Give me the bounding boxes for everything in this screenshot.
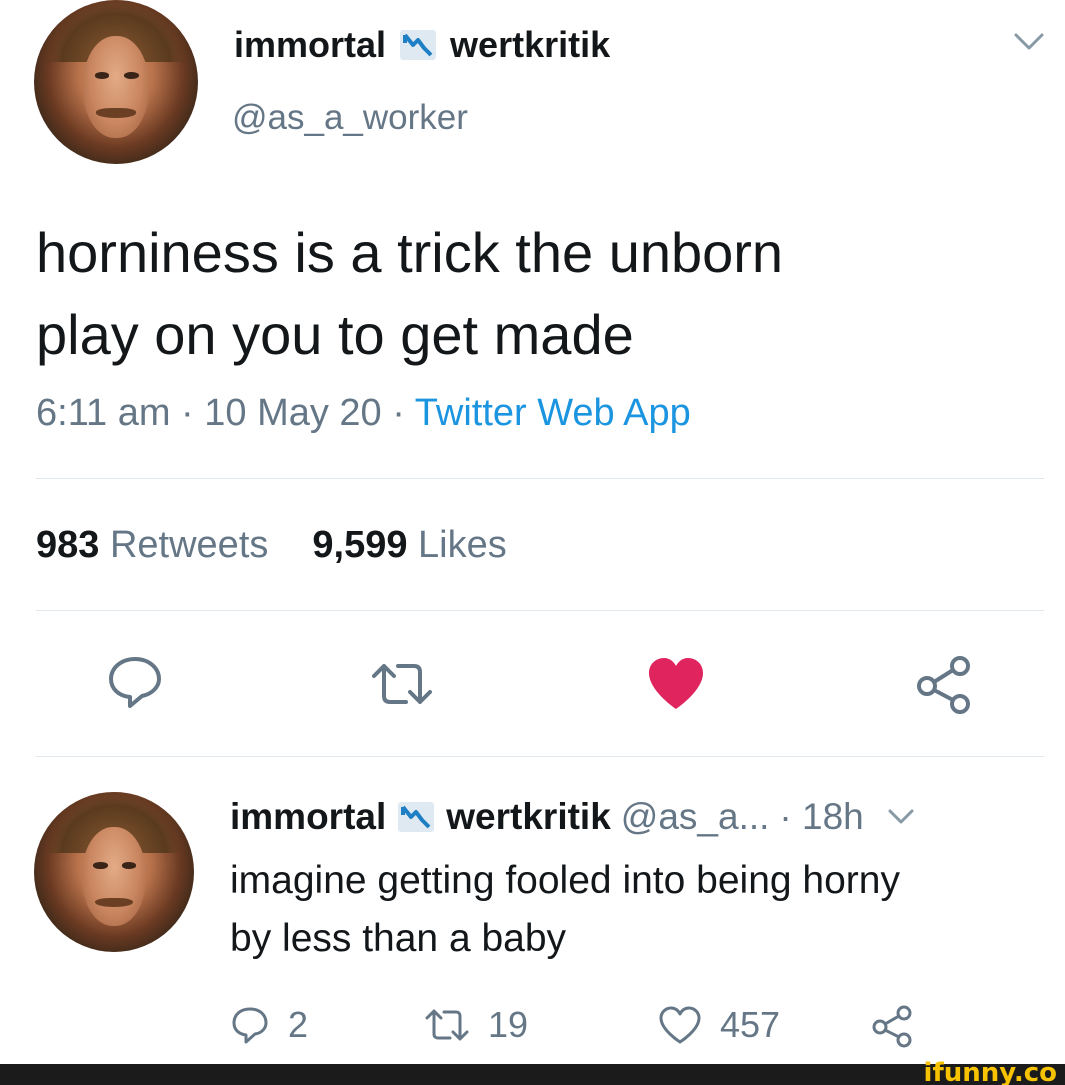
reply-time[interactable]: · 18h — [779, 796, 863, 838]
likes-stat[interactable]: 9,599 Likes — [312, 524, 506, 567]
watermark-bar — [0, 1064, 1065, 1085]
user-handle[interactable]: @as_a_worker — [232, 98, 468, 138]
retweet-button[interactable]: 19 — [424, 1004, 528, 1046]
share-button[interactable] — [870, 1004, 914, 1048]
tweet-meta: 6:11 am · 10 May 20 · Twitter Web App — [36, 392, 691, 435]
display-name[interactable]: immortal wertkritik — [234, 24, 610, 66]
reply-header: immortal wertkritik @as_a... · 18h — [230, 796, 916, 838]
reply-text-line: by less than a baby — [230, 917, 567, 960]
tweet-text-line: horniness is a trick the unborn — [36, 221, 784, 284]
like-button[interactable]: 457 — [658, 1004, 780, 1046]
divider — [36, 478, 1044, 479]
display-name-part1: immortal — [234, 24, 387, 65]
likes-count: 9,599 — [312, 524, 408, 566]
tweet-stats: 983 Retweets 9,599 Likes — [36, 524, 507, 567]
avatar[interactable] — [34, 0, 198, 164]
reply-text-line: imagine getting fooled into being horny — [230, 859, 900, 902]
reply-button[interactable]: 2 — [230, 1004, 308, 1046]
reply-icon — [232, 1007, 268, 1044]
reply-action-bar: 2 19 457 — [230, 1004, 930, 1050]
retweet-icon — [425, 1009, 469, 1041]
retweets-stat[interactable]: 983 Retweets — [36, 524, 268, 567]
flag-icon — [396, 800, 436, 834]
chevron-down-icon[interactable] — [1012, 30, 1046, 54]
heart-icon — [659, 1006, 701, 1044]
retweets-label: Retweets — [109, 524, 269, 566]
display-name-part1[interactable]: immortal — [230, 796, 386, 838]
tweet-source[interactable]: Twitter Web App — [415, 392, 691, 434]
retweet-count: 19 — [488, 1004, 529, 1045]
reply-count: 2 — [288, 1004, 309, 1045]
display-name-part2: wertkritik — [450, 24, 611, 65]
divider — [36, 756, 1044, 757]
share-icon — [872, 1005, 912, 1048]
retweet-icon[interactable] — [370, 660, 434, 708]
tweet-text: horniness is a trick the unborn play on … — [36, 212, 1036, 376]
retweets-count: 983 — [36, 524, 100, 566]
like-count: 457 — [720, 1004, 781, 1045]
reply-text: imagine getting fooled into being horny … — [230, 852, 1030, 968]
display-name-part2[interactable]: wertkritik — [446, 796, 611, 838]
chevron-down-icon[interactable] — [886, 806, 916, 828]
tweet-timestamp[interactable]: 6:11 am · 10 May 20 · — [36, 392, 415, 434]
reply-icon[interactable] — [106, 654, 164, 710]
flag-icon — [398, 28, 438, 62]
divider — [36, 610, 1044, 611]
heart-icon[interactable] — [646, 656, 706, 712]
tweet-text-line: play on you to get made — [36, 303, 634, 366]
user-handle[interactable]: @as_a... — [621, 796, 770, 838]
avatar[interactable] — [34, 792, 194, 952]
share-icon[interactable] — [914, 654, 974, 714]
likes-label: Likes — [418, 524, 507, 566]
watermark: ifunny.co — [923, 1058, 1057, 1085]
